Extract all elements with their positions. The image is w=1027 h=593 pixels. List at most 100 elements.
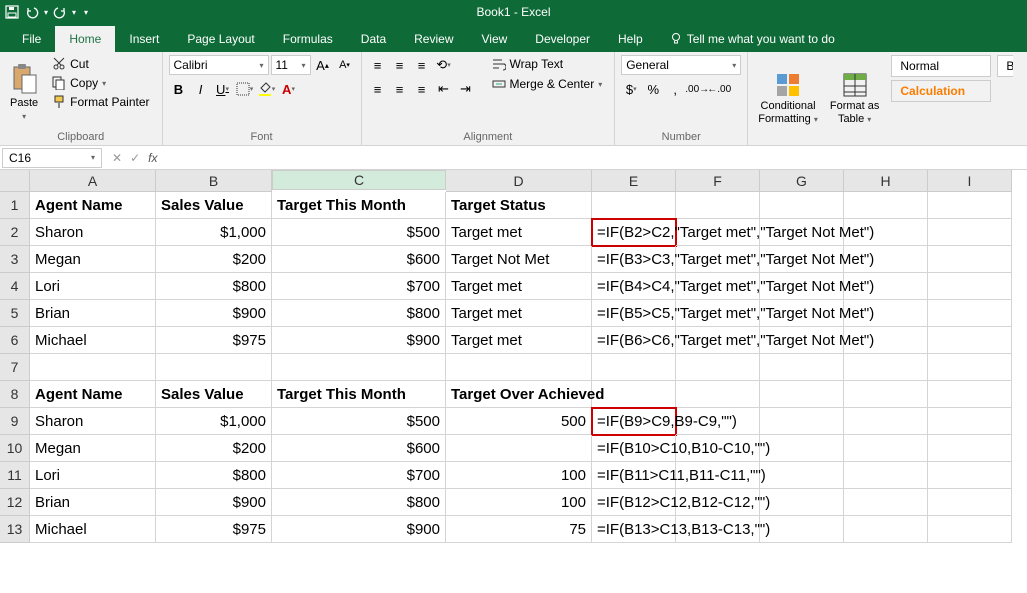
tab-review[interactable]: Review bbox=[400, 26, 467, 52]
align-center-icon[interactable]: ≡ bbox=[390, 79, 410, 99]
cell-A4[interactable]: Lori bbox=[30, 273, 156, 300]
cell-H10[interactable] bbox=[844, 435, 928, 462]
cell-E9[interactable]: =IF(B9>C9,B9-C9,"") bbox=[592, 408, 676, 435]
cell-D5[interactable]: Target met bbox=[446, 300, 592, 327]
redo-icon[interactable] bbox=[52, 4, 68, 20]
orientation-icon[interactable]: ⟲▾ bbox=[434, 55, 454, 75]
cell-H1[interactable] bbox=[844, 192, 928, 219]
cell-style-calculation[interactable]: Calculation bbox=[891, 80, 991, 102]
cell-G11[interactable] bbox=[760, 462, 844, 489]
align-top-icon[interactable]: ≡ bbox=[368, 55, 388, 75]
tab-formulas[interactable]: Formulas bbox=[269, 26, 347, 52]
tab-view[interactable]: View bbox=[468, 26, 522, 52]
cell-A8[interactable]: Agent Name bbox=[30, 381, 156, 408]
qat-customize-icon[interactable]: ▾ bbox=[84, 8, 88, 17]
cell-B3[interactable]: $200 bbox=[156, 246, 272, 273]
cell-E8[interactable] bbox=[592, 381, 676, 408]
cell-C13[interactable]: $900 bbox=[272, 516, 446, 543]
currency-icon[interactable]: $▾ bbox=[621, 79, 641, 99]
font-size-select[interactable]: 11▾ bbox=[271, 55, 311, 75]
row-header[interactable]: 7 bbox=[0, 354, 30, 381]
col-header-I[interactable]: I bbox=[928, 170, 1012, 192]
cell-D3[interactable]: Target Not Met bbox=[446, 246, 592, 273]
enter-formula-icon[interactable]: ✓ bbox=[130, 151, 140, 165]
cell-D10[interactable] bbox=[446, 435, 592, 462]
row-header[interactable]: 8 bbox=[0, 381, 30, 408]
decrease-font-icon[interactable]: A▾ bbox=[335, 55, 355, 75]
align-left-icon[interactable]: ≡ bbox=[368, 79, 388, 99]
col-header-B[interactable]: B bbox=[156, 170, 272, 192]
save-icon[interactable] bbox=[4, 4, 20, 20]
cell-B7[interactable] bbox=[156, 354, 272, 381]
col-header-E[interactable]: E bbox=[592, 170, 676, 192]
cell-E6[interactable]: =IF(B6>C6,"Target met","Target Not Met") bbox=[592, 327, 676, 354]
row-header[interactable]: 6 bbox=[0, 327, 30, 354]
cell-B11[interactable]: $800 bbox=[156, 462, 272, 489]
cell-C11[interactable]: $700 bbox=[272, 462, 446, 489]
cell-I10[interactable] bbox=[928, 435, 1012, 462]
cell-G12[interactable] bbox=[760, 489, 844, 516]
fill-color-button[interactable]: ▾ bbox=[257, 79, 277, 99]
borders-button[interactable]: ▾ bbox=[235, 79, 255, 99]
cell-D13[interactable]: 75 bbox=[446, 516, 592, 543]
cell-D12[interactable]: 100 bbox=[446, 489, 592, 516]
cell-F8[interactable] bbox=[676, 381, 760, 408]
cell-B2[interactable]: $1,000 bbox=[156, 219, 272, 246]
formula-input[interactable] bbox=[165, 149, 1027, 167]
row-header[interactable]: 4 bbox=[0, 273, 30, 300]
col-header-C[interactable]: C bbox=[272, 170, 446, 190]
cell-D7[interactable] bbox=[446, 354, 592, 381]
cell-B1[interactable]: Sales Value bbox=[156, 192, 272, 219]
tab-developer[interactable]: Developer bbox=[521, 26, 604, 52]
cell-I1[interactable] bbox=[928, 192, 1012, 219]
cell-B9[interactable]: $1,000 bbox=[156, 408, 272, 435]
row-header[interactable]: 2 bbox=[0, 219, 30, 246]
cell-H13[interactable] bbox=[844, 516, 928, 543]
row-header[interactable]: 12 bbox=[0, 489, 30, 516]
decrease-decimal-icon[interactable]: ←.00 bbox=[709, 79, 729, 99]
cell-I4[interactable] bbox=[928, 273, 1012, 300]
cell-I12[interactable] bbox=[928, 489, 1012, 516]
cell-A3[interactable]: Megan bbox=[30, 246, 156, 273]
tab-home[interactable]: Home bbox=[55, 26, 115, 52]
cut-button[interactable]: Cut bbox=[46, 55, 155, 73]
col-header-F[interactable]: F bbox=[676, 170, 760, 192]
row-header[interactable]: 9 bbox=[0, 408, 30, 435]
cell-I8[interactable] bbox=[928, 381, 1012, 408]
paste-button[interactable]: Paste▾ bbox=[6, 55, 42, 130]
cell-B13[interactable]: $975 bbox=[156, 516, 272, 543]
cell-C8[interactable]: Target This Month bbox=[272, 381, 446, 408]
cell-E2[interactable]: =IF(B2>C2,"Target met","Target Not Met") bbox=[592, 219, 676, 246]
cell-D6[interactable]: Target met bbox=[446, 327, 592, 354]
cell-D9[interactable]: 500 bbox=[446, 408, 592, 435]
cell-A2[interactable]: Sharon bbox=[30, 219, 156, 246]
cell-I2[interactable] bbox=[928, 219, 1012, 246]
conditional-formatting-button[interactable]: Conditional Formatting ▾ bbox=[754, 55, 822, 142]
cell-E13[interactable]: =IF(B13>C13,B13-C13,"") bbox=[592, 516, 676, 543]
cell-E7[interactable] bbox=[592, 354, 676, 381]
cell-G8[interactable] bbox=[760, 381, 844, 408]
col-header-A[interactable]: A bbox=[30, 170, 156, 192]
copy-button[interactable]: Copy▾ bbox=[46, 74, 155, 92]
cell-E11[interactable]: =IF(B11>C11,B11-C11,"") bbox=[592, 462, 676, 489]
cell-A10[interactable]: Megan bbox=[30, 435, 156, 462]
cell-C1[interactable]: Target This Month bbox=[272, 192, 446, 219]
fx-icon[interactable]: fx bbox=[148, 151, 157, 165]
cell-I9[interactable] bbox=[928, 408, 1012, 435]
undo-icon[interactable] bbox=[24, 4, 40, 20]
cell-I5[interactable] bbox=[928, 300, 1012, 327]
row-header[interactable]: 11 bbox=[0, 462, 30, 489]
cell-H11[interactable] bbox=[844, 462, 928, 489]
cell-H12[interactable] bbox=[844, 489, 928, 516]
cell-E5[interactable]: =IF(B5>C5,"Target met","Target Not Met") bbox=[592, 300, 676, 327]
cell-B5[interactable]: $900 bbox=[156, 300, 272, 327]
number-format-select[interactable]: General▾ bbox=[621, 55, 741, 75]
row-header[interactable]: 3 bbox=[0, 246, 30, 273]
cell-C2[interactable]: $500 bbox=[272, 219, 446, 246]
cell-A12[interactable]: Brian bbox=[30, 489, 156, 516]
increase-decimal-icon[interactable]: .00→ bbox=[687, 79, 707, 99]
cell-C3[interactable]: $600 bbox=[272, 246, 446, 273]
percent-icon[interactable]: % bbox=[643, 79, 663, 99]
cell-I13[interactable] bbox=[928, 516, 1012, 543]
format-as-table-button[interactable]: Format as Table ▾ bbox=[826, 55, 884, 142]
